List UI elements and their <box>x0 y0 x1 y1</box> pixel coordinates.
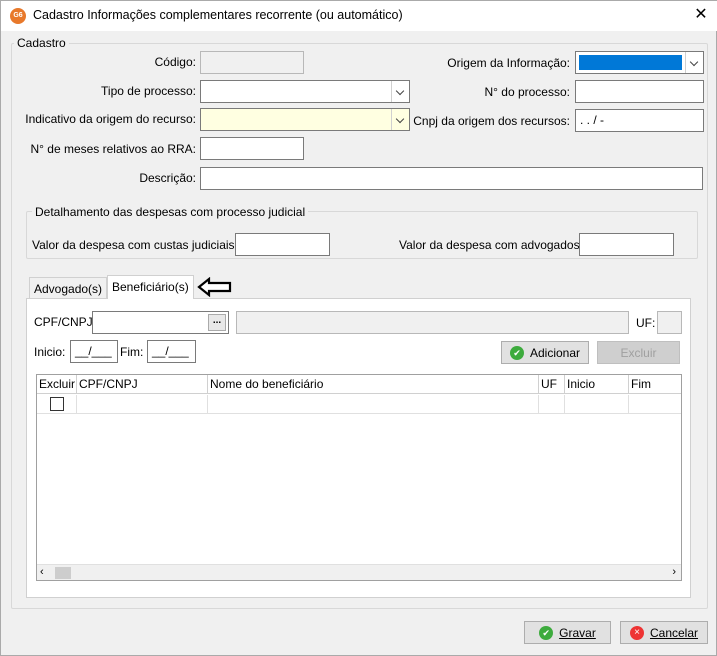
codigo-label: Código: <box>154 55 196 69</box>
descricao-field[interactable] <box>200 167 703 190</box>
fim-label: Fim: <box>120 345 144 359</box>
uf-label: UF: <box>636 316 656 330</box>
custas-field[interactable] <box>235 233 330 256</box>
beneficiario-name-field <box>236 311 629 334</box>
indicativo-label: Indicativo da origem do recurso: <box>25 112 196 126</box>
grid-cell[interactable] <box>37 395 77 414</box>
cancel-icon: × <box>629 625 644 640</box>
scroll-right-icon[interactable]: › <box>672 566 676 578</box>
inicio-label: Inicio: <box>34 345 66 359</box>
chevron-down-icon[interactable] <box>391 81 409 102</box>
close-icon[interactable]: ✕ <box>689 4 713 26</box>
tipo-processo-select[interactable] <box>200 80 410 103</box>
tipo-processo-label: Tipo de processo: <box>101 84 196 98</box>
cadastro-legend: Cadastro <box>14 36 69 50</box>
scroll-left-icon[interactable]: ‹ <box>40 566 44 578</box>
horizontal-scrollbar[interactable]: ‹ › <box>37 564 681 580</box>
excluir-button[interactable]: Excluir <box>597 341 680 364</box>
gravar-button[interactable]: ✔ Gravar <box>524 621 611 644</box>
grid-header-excluir[interactable]: Excluir <box>37 375 77 394</box>
scroll-thumb[interactable] <box>55 567 71 579</box>
beneficiarios-grid[interactable]: Excluir CPF/CNPJ Nome do beneficiário UF… <box>36 374 682 581</box>
meses-rra-field[interactable] <box>200 137 304 160</box>
grid-header-cpf[interactable]: CPF/CNPJ <box>77 375 208 394</box>
grid-header-uf[interactable]: UF <box>539 375 565 394</box>
window-title: Cadastro Informações complementares reco… <box>33 8 403 22</box>
grid-cell[interactable] <box>629 395 681 414</box>
inicio-field[interactable]: __/___ <box>70 340 118 363</box>
codigo-field[interactable] <box>200 51 304 74</box>
grid-cell[interactable] <box>77 395 208 414</box>
grid-header-inicio[interactable]: Inicio <box>565 375 629 394</box>
fim-field[interactable]: __/___ <box>147 340 196 363</box>
check-icon: ✔ <box>509 345 524 360</box>
app-logo-icon: G6 <box>10 8 26 24</box>
grid-cell[interactable] <box>539 395 565 414</box>
advogados-value-label: Valor da despesa com advogados <box>399 238 580 252</box>
despesas-legend: Detalhamento das despesas com processo j… <box>32 205 309 219</box>
descricao-label: Descrição: <box>139 171 196 185</box>
grid-header-fim[interactable]: Fim <box>629 375 681 394</box>
cpf-label: CPF/CNPJ: <box>34 315 97 329</box>
indicativo-select[interactable] <box>200 108 410 131</box>
chevron-down-icon[interactable] <box>391 109 409 130</box>
dialog-window: G6 Cadastro Informações complementares r… <box>0 0 717 656</box>
tab-advogados[interactable]: Advogado(s) <box>29 277 108 299</box>
origem-label: Origem da Informação: <box>447 56 570 70</box>
advogados-value-field[interactable] <box>579 233 674 256</box>
lookup-button[interactable]: ... <box>208 314 226 331</box>
tab-beneficiarios[interactable]: Beneficiário(s) <box>107 275 194 299</box>
cancelar-button[interactable]: × Cancelar <box>620 621 708 644</box>
adicionar-button[interactable]: ✔ Adicionar <box>501 341 589 364</box>
check-icon: ✔ <box>539 625 554 640</box>
uf-field <box>657 311 682 334</box>
arrow-left-icon <box>197 277 232 297</box>
cpf-field[interactable]: ... <box>92 311 229 334</box>
gravar-label: Gravar <box>559 625 596 640</box>
cnpj-origem-label: Cnpj da origem dos recursos: <box>413 114 570 128</box>
origem-selected-value <box>579 55 682 70</box>
title-bar: G6 Cadastro Informações complementares r… <box>1 1 717 31</box>
excluir-label: Excluir <box>620 345 657 360</box>
grid-cell[interactable] <box>208 395 539 414</box>
meses-rra-label: N° de meses relativos ao RRA: <box>30 142 196 156</box>
num-processo-field[interactable] <box>575 80 704 103</box>
grid-cell[interactable] <box>565 395 629 414</box>
grid-header-nome[interactable]: Nome do beneficiário <box>208 375 539 394</box>
custas-label: Valor da despesa com custas judiciais: <box>32 238 238 252</box>
origem-select[interactable] <box>575 51 704 74</box>
num-processo-label: N° do processo: <box>484 85 570 99</box>
adicionar-label: Adicionar <box>529 345 581 360</box>
chevron-down-icon[interactable] <box>685 52 703 73</box>
row-checkbox[interactable] <box>50 397 64 411</box>
cancelar-label: Cancelar <box>649 625 699 640</box>
cnpj-origem-field[interactable]: . . / - <box>575 109 704 132</box>
